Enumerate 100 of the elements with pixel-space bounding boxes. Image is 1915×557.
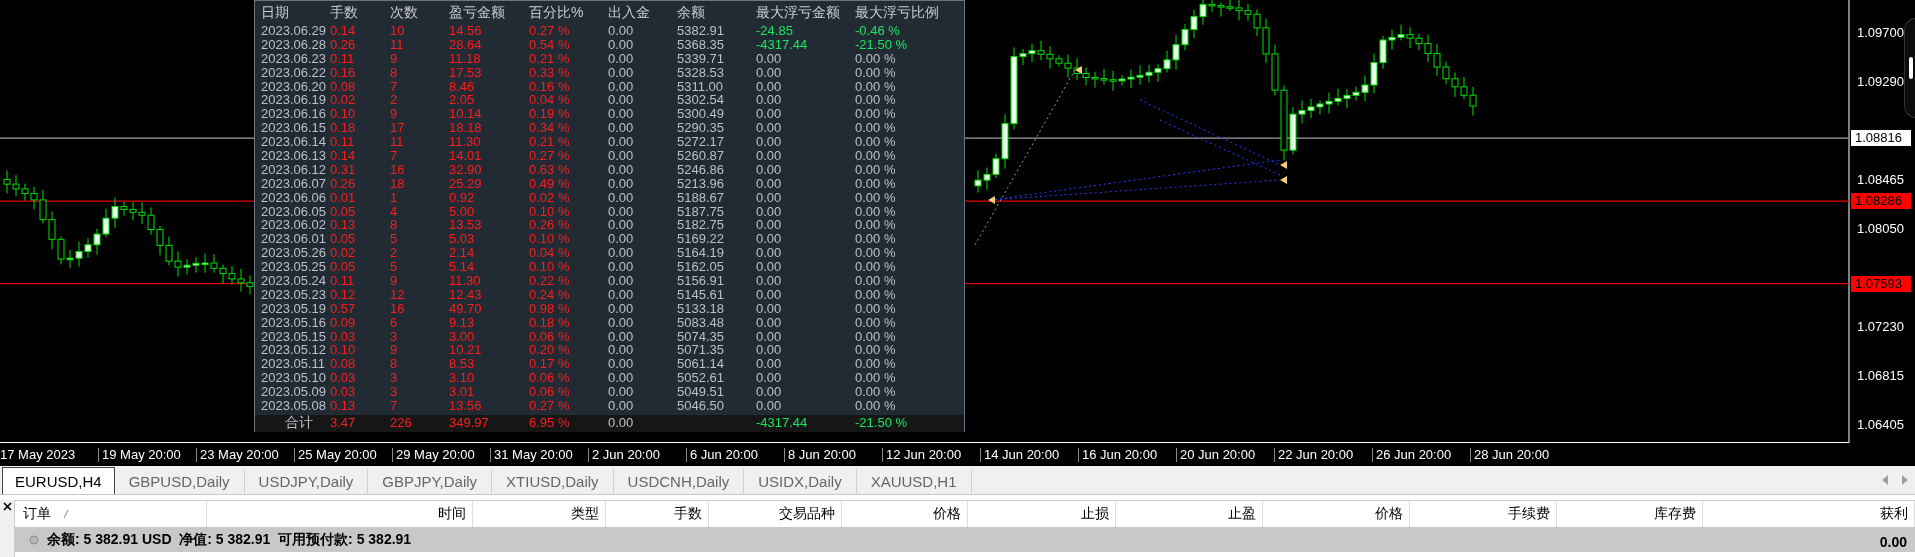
table-cell-text: 18 [390, 176, 406, 191]
table-cell-text: 5145.61 [677, 287, 725, 302]
table-cell-text: 5368.35 [677, 37, 725, 52]
column-header[interactable]: 库存费 [1654, 505, 1696, 523]
table-cell-text: 0.00 [756, 149, 783, 163]
price-tag: 1.08286 [1851, 193, 1911, 210]
table-cell-text: 0.49 % [529, 176, 571, 191]
column-header[interactable]: 获利 [1880, 505, 1908, 523]
column-header[interactable]: 手续费 [1508, 505, 1550, 523]
table-cell-text: 3.10 [449, 371, 476, 386]
table-cell-text: 0.00 % [855, 204, 897, 219]
table-cell-text: 0.22 % [529, 274, 571, 288]
table-cell-text: 11.30 [449, 274, 482, 288]
table-cell-text: 0.16 [330, 65, 357, 80]
table-cell-text: 3.01 [449, 385, 476, 400]
table-cell-text: 0.00 [608, 218, 635, 233]
table-cell-text: 49.70 [449, 301, 483, 316]
table-cell-text: 16 [390, 301, 406, 316]
table-cell-text: 10.14 [449, 107, 483, 122]
column-header[interactable]: 止盈 [1228, 505, 1256, 523]
table-cell-text: 0.00 [756, 218, 783, 233]
table-cell-text: 0.00 % [855, 79, 897, 94]
table-cell-text: 0.00 [608, 385, 635, 400]
table-cell-text: 0.00 % [855, 107, 897, 122]
close-icon[interactable] [2, 502, 12, 511]
table-cell-text: 5169.22 [677, 232, 725, 247]
table-cell-text: 6 [390, 315, 399, 330]
table-cell-text: 0.63 % [529, 162, 571, 177]
table-cell-text: 0.18 % [529, 315, 571, 330]
column-header[interactable]: 订单 [23, 505, 51, 523]
table-cell-text: 2023.05.11 [261, 357, 327, 372]
table-cell-text: 0.27 % [529, 399, 571, 413]
table-cell-text: 0.11 [330, 51, 356, 66]
table-cell-text: 13.56 [449, 399, 483, 413]
table-cell-text: 5311.00 [677, 79, 725, 94]
table-cell-text: 0.00 [608, 343, 635, 358]
table-cell-text: 2023.05.25 [261, 260, 328, 275]
table-cell-text: 2023.05.12 [261, 343, 328, 358]
table-cell-text: 0.31 [330, 162, 357, 177]
table-cell-text: 0.00 [608, 121, 635, 136]
table-cell-text: 0.09 [330, 315, 357, 330]
table-cell-text: 5 [390, 260, 399, 275]
table-cell-text: 28.64 [449, 37, 483, 52]
table-cell-text: -4317.44 [756, 37, 809, 52]
table-cell-text: 0.11 [330, 274, 356, 288]
table-cell-text: 2.05 [449, 93, 476, 108]
column-header[interactable]: 价格 [1375, 505, 1403, 523]
table-cell-text: 2023.05.15 [261, 329, 328, 344]
column-header[interactable]: 价格 [933, 505, 961, 523]
table-cell-text: 2023.05.09 [261, 385, 328, 400]
column-header[interactable]: 交易品种 [779, 505, 835, 523]
price-label: 1.08050 [1857, 221, 1904, 238]
table-cell-text: 0.00 % [855, 357, 897, 372]
column-header[interactable]: 类型 [571, 505, 599, 523]
table-cell-text: -21.50 % [855, 37, 909, 52]
column-header[interactable]: 止损 [1081, 505, 1109, 523]
table-cell-text: 0.06 % [529, 385, 571, 400]
table-cell-text: 2023.05.24 [261, 274, 328, 288]
table-cell-text: 2023.06.06 [261, 190, 328, 205]
table-cell-text: 0.10 % [529, 260, 571, 275]
table-cell-text: 0.00 [756, 107, 783, 122]
table-cell-text: 0.19 % [529, 107, 571, 122]
table-cell-text: 5049.51 [677, 385, 725, 400]
table-cell-text: 0.00 [756, 274, 783, 288]
table-cell-text: 0.17 % [529, 357, 571, 372]
table-cell-text: 5272.17 [677, 135, 725, 150]
table-cell-text: 0.03 [330, 385, 357, 400]
table-cell-text: 0.01 [330, 190, 357, 205]
column-header: 最大浮亏比例 [855, 3, 940, 22]
table-cell-text: 0.00 [756, 79, 783, 94]
table-cell-text: 0.00 % [855, 162, 897, 177]
table-cell-text: 0.08 [330, 79, 357, 94]
table-cell-text: 0.05 [330, 260, 357, 275]
table-cell-text: 0.03 [330, 329, 357, 344]
table-cell-text: 0.00 [608, 357, 635, 372]
table-cell-text: 5133.18 [677, 301, 725, 316]
table-cell-text: 2023.05.10 [261, 371, 328, 386]
column-header[interactable]: 手数 [674, 505, 702, 523]
table-cell-text: 合计 [284, 416, 314, 431]
table-cell-text: 0.00 [608, 329, 635, 344]
table-cell-text: 0.00 [756, 232, 783, 247]
table-cell-text: 0.08 [330, 357, 357, 372]
table-cell-text: 0.00 [756, 190, 783, 205]
table-cell-text: 2023.06.20 [261, 79, 328, 94]
table-cell-text: 0.00 % [855, 51, 897, 66]
table-cell-text: 0.00 [756, 287, 783, 302]
table-cell-text: 5.03 [449, 232, 476, 247]
table-cell-text: 0.00 [756, 343, 783, 358]
table-cell-text: 5290.35 [677, 121, 725, 136]
table-cell-text: 2023.06.02 [261, 218, 328, 233]
table-cell-text: 4 [390, 204, 399, 219]
table-cell-text: 0.00 [756, 93, 783, 108]
table-cell-text: 0.00 [608, 162, 635, 177]
table-cell-text: 7 [390, 149, 399, 163]
scroll-bar[interactable] [1904, 18, 1915, 118]
table-cell-text: 0.00 [756, 65, 783, 80]
table-cell-text: 11 [390, 37, 405, 52]
table-cell-text: 0.00 [756, 176, 783, 191]
chart-tab[interactable]: EURUSD,H4 [2, 467, 115, 494]
column-header[interactable]: 时间 [438, 505, 466, 523]
